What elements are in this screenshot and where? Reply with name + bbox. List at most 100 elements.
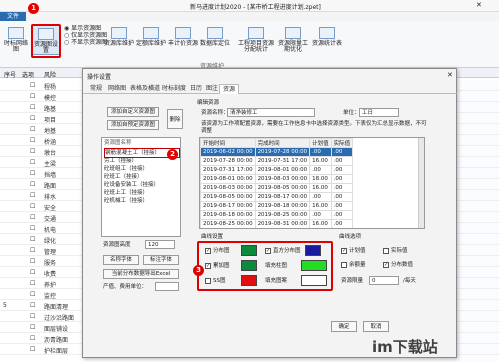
- table-cell: 2019-08-25 00:00: [200, 219, 256, 228]
- pricing-resource-button[interactable]: 丰计价资源: [168, 27, 198, 47]
- table-row[interactable]: 2019-08-05 00:00 2019-08-17 00:00.00.00: [200, 192, 354, 202]
- add-custom-chart-button[interactable]: 添加自定义资源图: [107, 107, 159, 117]
- label-font-button[interactable]: 标注字体: [143, 255, 179, 265]
- task-name: 管理: [44, 249, 57, 256]
- timeline-network-button[interactable]: 时标网络图: [2, 27, 30, 53]
- chart-height-input[interactable]: 120: [145, 240, 175, 249]
- actual-value-checkbox[interactable]: 实际值: [383, 247, 408, 255]
- cost-unit-select[interactable]: [155, 282, 179, 291]
- resource-name-select[interactable]: 清净装修工: [227, 108, 315, 117]
- row-checkbox[interactable]: ☐: [30, 291, 35, 298]
- tab-table-bars[interactable]: 表格及横道: [127, 84, 163, 94]
- list-item[interactable]: 砼班工（挂接）: [104, 173, 143, 181]
- plan-value-checkbox[interactable]: ✓ 计划值: [341, 247, 366, 255]
- distribution-checkbox[interactable]: ✓ 分布图: [205, 247, 230, 255]
- table-cell: .00: [309, 147, 332, 157]
- cost-unit-label: 产值、费用单位：: [103, 284, 148, 290]
- row-checkbox[interactable]: ☐: [30, 302, 35, 309]
- row-checkbox[interactable]: ☐: [30, 203, 35, 210]
- row-checkbox[interactable]: ☐: [30, 214, 35, 221]
- table-cell: 2019-08-17 00:00: [200, 201, 256, 211]
- row-checkbox[interactable]: ☐: [30, 137, 35, 144]
- row-checkbox[interactable]: ☐: [30, 247, 35, 254]
- list-item[interactable]: 劳工（挂接）: [104, 157, 137, 165]
- show-resource-chart-option[interactable]: ◉ 显示资源图: [64, 25, 107, 32]
- table-row[interactable]: 2019-08-03 00:00 2019-08-05 00:00 16.00.00: [200, 183, 354, 193]
- fill-pattern-select[interactable]: [301, 275, 327, 286]
- hide-resource-chart-option[interactable]: ○ 不显示资源图: [64, 39, 107, 46]
- table-cell: 2019-08-05 00:00: [200, 192, 256, 202]
- row-checkbox[interactable]: ☐: [30, 236, 35, 243]
- row-checkbox[interactable]: ☐: [30, 313, 35, 320]
- row-checkbox[interactable]: ☐: [30, 346, 35, 353]
- row-checkbox[interactable]: ☐: [30, 82, 35, 89]
- table-cell: .00: [309, 165, 332, 175]
- tab-time-scale[interactable]: 时标刻度: [159, 84, 189, 94]
- resource-optimize-button[interactable]: 资源限量工期优化: [276, 27, 310, 53]
- delete-button[interactable]: 删除: [167, 109, 183, 129]
- list-item[interactable]: 砼班组工（挂接）: [104, 165, 148, 173]
- row-checkbox[interactable]: ☐: [30, 126, 35, 133]
- table-row[interactable]: 2019-06-02 00:00 2019-07-28 00:00.00.00: [200, 147, 354, 157]
- list-item[interactable]: 砼班上工（挂接）: [104, 189, 148, 197]
- table-cell: 2019-08-03 00:00: [254, 174, 311, 184]
- table-row[interactable]: 2019-08-17 00:00 2019-08-18 00:00 16.00.00: [200, 201, 354, 211]
- table-row[interactable]: 2019-07-28 00:00 2019-07-31 17:00 16.00.00: [200, 156, 354, 166]
- row-checkbox[interactable]: ☐: [30, 280, 35, 287]
- row-checkbox[interactable]: ☐: [30, 115, 35, 122]
- quota-lib-button[interactable]: 定额库维护: [136, 27, 166, 47]
- table-scrollbar[interactable]: [418, 138, 424, 228]
- project-resource-stat-button[interactable]: 工程项目资源分配统计: [238, 27, 274, 53]
- row-checkbox[interactable]: ☐: [30, 93, 35, 100]
- resource-stat-table-button[interactable]: 资源统计表: [312, 27, 342, 47]
- dist-value-checkbox[interactable]: ✓ 分布数值: [383, 261, 413, 269]
- row-checkbox[interactable]: ☐: [30, 192, 35, 199]
- row-checkbox[interactable]: ☐: [30, 269, 35, 276]
- dialog-tabs: 常规 网络图 表格及横道 时标刻度 日历 图注 资源: [83, 84, 458, 94]
- row-checkbox[interactable]: ☐: [30, 258, 35, 265]
- row-checkbox[interactable]: ☐: [30, 148, 35, 155]
- table-row[interactable]: 2019-08-01 00:00 2019-08-03 00:00 18.00.00: [200, 174, 354, 184]
- row-checkbox[interactable]: ☐: [30, 335, 35, 342]
- row-checkbox[interactable]: ☐: [30, 104, 35, 111]
- resource-lib-button[interactable]: 资源库维护: [104, 27, 134, 47]
- cumulative-color-swatch[interactable]: [241, 260, 257, 271]
- cancel-button[interactable]: 取消: [363, 321, 389, 332]
- s-curve-checkbox[interactable]: SS图: [205, 277, 225, 285]
- resource-value-table: 开始时间 完成时间 计划值 实际值 2019-06-02 00:00 2019-07-28…: [199, 137, 425, 229]
- table-header: 完成时间: [254, 138, 311, 148]
- cumulative-checkbox[interactable]: ✓ 累加图: [205, 262, 230, 270]
- table-cell: 16.00: [309, 201, 332, 211]
- tab-network[interactable]: 网络图: [105, 84, 129, 94]
- list-item[interactable]: 砼设备安装工（挂接）: [104, 181, 159, 189]
- only-resource-chart-option[interactable]: ○ 仅显示资源图: [64, 32, 107, 39]
- table-row[interactable]: 2019-07-31 17:00 2019-08-01 00:00.00.00: [200, 165, 354, 175]
- unit-input[interactable]: 工日: [359, 108, 399, 117]
- table-row[interactable]: 2019-08-25 00:00 2019-08-31 00:00 16.00.00: [200, 219, 354, 228]
- fill-bar-color-swatch[interactable]: [301, 260, 327, 271]
- close-icon[interactable]: ✕: [447, 71, 453, 79]
- row-checkbox[interactable]: ☐: [30, 159, 35, 166]
- db-locate-button[interactable]: 数据库定位: [200, 27, 230, 47]
- remaining-checkbox[interactable]: 余额量: [341, 261, 366, 269]
- add-predefined-chart-button[interactable]: 添加自预定资源图: [107, 120, 159, 130]
- s-curve-color-swatch[interactable]: [241, 275, 257, 286]
- row-checkbox[interactable]: ☐: [30, 225, 35, 232]
- distribution-color-swatch[interactable]: [241, 245, 257, 256]
- file-tab[interactable]: 文件: [0, 12, 26, 21]
- list-item[interactable]: 砼机械工（挂接）: [104, 197, 148, 205]
- name-font-button[interactable]: 名称字体: [103, 255, 139, 265]
- histogram-checkbox[interactable]: ✓ 直方分布图: [265, 247, 301, 255]
- table-row[interactable]: 2019-08-18 00:00 2019-08-25 00:00.00.00: [200, 210, 354, 220]
- row-checkbox[interactable]: ☐: [30, 181, 35, 188]
- export-excel-button[interactable]: 当前分布数据导出Excel: [103, 269, 179, 279]
- histogram-color-swatch[interactable]: [305, 245, 321, 256]
- ok-button[interactable]: 确定: [331, 321, 357, 332]
- row-checkbox[interactable]: ☐: [30, 170, 35, 177]
- close-icon[interactable]: ✕: [476, 1, 482, 9]
- resource-limit-input[interactable]: 0: [369, 276, 399, 285]
- table-cell: .00: [330, 165, 354, 175]
- tab-general[interactable]: 常规: [87, 84, 105, 94]
- row-checkbox[interactable]: ☐: [30, 324, 35, 331]
- tab-resource[interactable]: 资源: [219, 84, 240, 94]
